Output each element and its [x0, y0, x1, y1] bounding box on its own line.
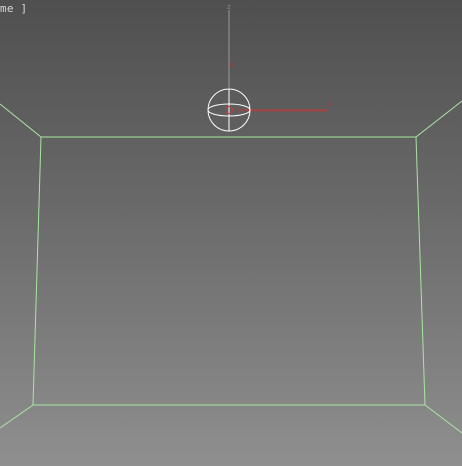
edge-bottom-right [424, 404, 462, 434]
y-axis-label: y [229, 61, 233, 69]
transform-gizmo[interactable]: z y x [207, 3, 332, 132]
edge-top-left [0, 103, 42, 138]
3d-viewport[interactable]: me ] z y x [0, 0, 462, 466]
back-wall-outline [32, 136, 426, 406]
z-axis-label: z [227, 3, 231, 11]
edge-top-right [415, 100, 462, 138]
x-axis-label: x [328, 100, 332, 108]
edge-bottom-left [0, 404, 34, 429]
room-wireframe [0, 100, 462, 434]
viewport-canvas[interactable]: z y x [0, 0, 462, 466]
